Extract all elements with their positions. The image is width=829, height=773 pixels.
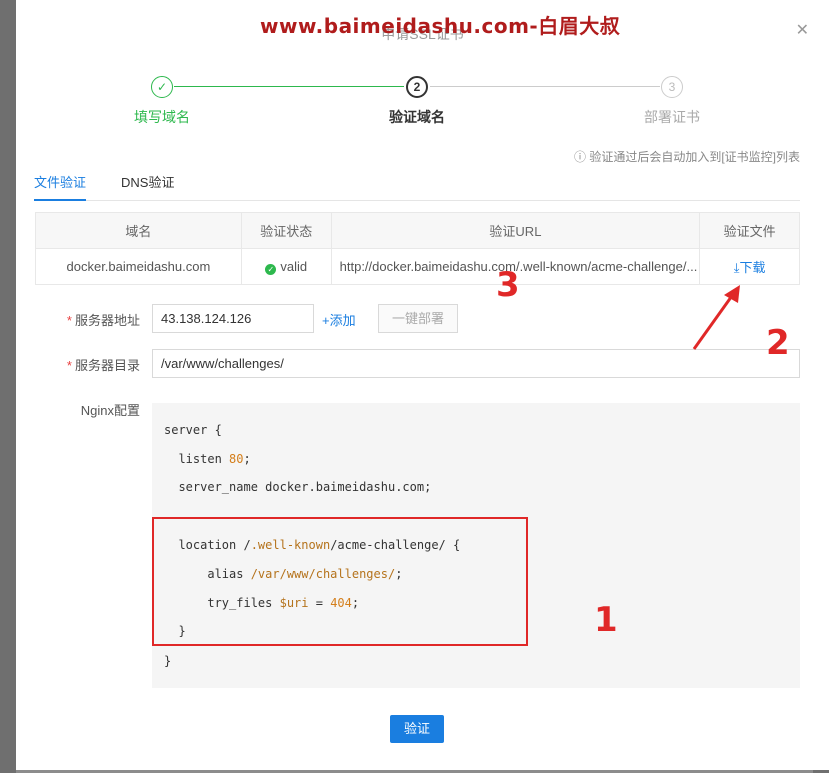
nginx-config-label: Nginx配置 [80, 403, 140, 418]
step-connector [430, 86, 660, 87]
annotation-highlight-box [152, 517, 528, 646]
step-1-label: 填写域名 [134, 109, 190, 125]
tab-dns-verify[interactable]: DNS验证 [121, 172, 174, 199]
code-line: } [164, 654, 172, 668]
check-circle-icon: ✓ [265, 263, 277, 275]
one-click-deploy-button[interactable]: 一键部署 [378, 304, 458, 333]
server-addr-label: * 服务器地址 [66, 313, 140, 328]
annotation-label-1: 1 [594, 600, 618, 640]
backdrop [0, 0, 16, 773]
domain-cell: docker.baimeidashu.com [35, 248, 242, 285]
col-status: 验证状态 [240, 212, 332, 249]
server-addr-input[interactable]: 43.138.124.126 [152, 304, 314, 333]
annotation-arrow-icon [692, 285, 740, 350]
annotation-label-3: 3 [496, 265, 520, 305]
col-domain: 域名 [35, 212, 242, 249]
col-file: 验证文件 [699, 212, 800, 249]
step-connector [174, 86, 404, 87]
annotation-label-2: 2 [766, 323, 790, 363]
table-header-row: 域名 验证状态 验证URL 验证文件 [35, 212, 800, 249]
close-icon[interactable]: ✕ [796, 20, 809, 40]
code-line: listen 80; [164, 452, 251, 466]
ssl-apply-dialog: 申请SSL证书 www.baimeidashu.com-白眉大叔 ✕ ✓ 填写域… [16, 0, 829, 770]
code-line: server { [164, 423, 222, 437]
monitor-tip: ⓘ 验证通过后会自动加入到[证书监控]列表 [573, 150, 800, 164]
step-3-number: 3 [661, 76, 683, 98]
col-url: 验证URL [330, 212, 701, 249]
verify-button[interactable]: 验证 [390, 715, 444, 743]
status-text: valid [280, 258, 308, 274]
step-2-number: 2 [406, 76, 428, 98]
step-3-label: 部署证书 [644, 109, 700, 125]
server-dir-label: * 服务器目录 [66, 358, 140, 373]
step-2-label: 验证域名 [389, 109, 445, 125]
file-cell: ⤓下载 [699, 248, 800, 285]
table-row: docker.baimeidashu.com ✓ valid http://doc… [35, 248, 800, 285]
code-line: server_name docker.baimeidashu.com; [164, 480, 432, 494]
status-cell: ✓ valid [240, 248, 332, 285]
step-1-check-icon: ✓ [151, 76, 173, 98]
add-server-button[interactable]: +添加 [322, 310, 356, 329]
download-link[interactable]: ⤓下载 [734, 260, 766, 275]
verify-tabs: 文件验证 DNS验证 [34, 172, 800, 201]
verify-table: 域名 验证状态 验证URL 验证文件 docker.baimeidashu.co… [35, 212, 800, 285]
watermark: www.baimeidashu.com-白眉大叔 [260, 14, 621, 38]
tab-file-verify[interactable]: 文件验证 [34, 172, 87, 201]
download-label: 下载 [739, 260, 766, 275]
